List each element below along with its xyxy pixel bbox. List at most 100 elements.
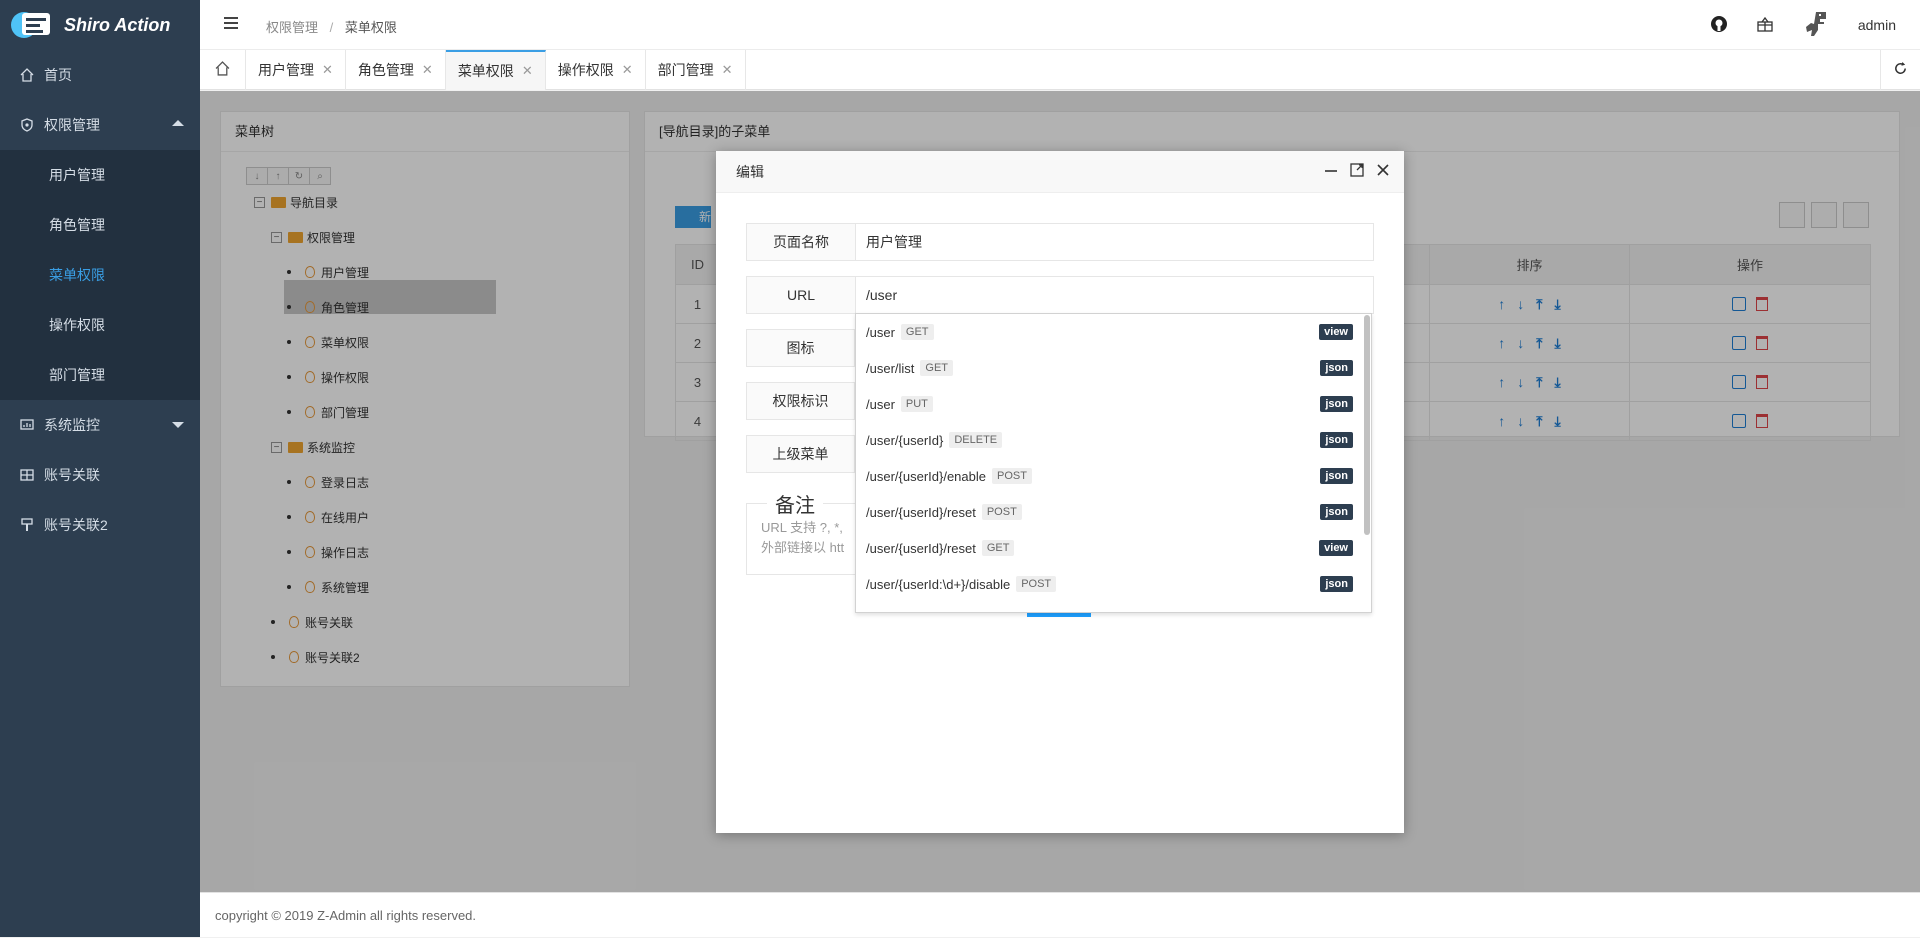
breadcrumb-parent[interactable]: 权限管理 [266,20,318,35]
logo[interactable]: Shiro Action [0,0,200,50]
app-name: Shiro Action [64,14,171,35]
suggestion-method: POST [1016,576,1057,592]
dropdown-scrollbar[interactable] [1364,315,1370,535]
nav-permission[interactable]: 权限管理 [0,100,200,150]
user-name[interactable]: admin [1858,17,1896,33]
tab-dept[interactable]: 部门管理 ✕ [646,50,746,90]
brush-icon [20,518,34,532]
close-icon[interactable]: ✕ [422,62,433,78]
close-icon[interactable]: ✕ [722,62,733,78]
tab-label: 操作权限 [557,62,614,78]
url-input[interactable] [856,277,1373,313]
menu-toggle-icon[interactable] [224,17,238,31]
nav-monitor[interactable]: 系统监控 [0,400,200,450]
suggestion-item[interactable]: /user PUT json [856,386,1371,422]
refresh-icon [1893,61,1908,79]
suggestion-item[interactable]: /user/list GET json [856,350,1371,386]
suggestion-item[interactable]: /user/{userId}/reset POST json [856,494,1371,530]
nav-account-link[interactable]: 账号关联 [0,450,200,500]
nav-permission-label: 权限管理 [44,117,100,133]
suggestion-method: POST [981,504,1022,520]
icon-row: 图标 [746,329,856,367]
home-icon [215,61,230,79]
footer: copyright © 2019 Z-Admin all rights rese… [200,892,1920,937]
tab-home[interactable] [200,50,246,90]
suggestion-path: /user/list [866,360,915,376]
refresh-tab-button[interactable] [1880,50,1920,90]
close-icon[interactable]: ✕ [522,63,533,79]
sidebar-item-op-perm[interactable]: 操作权限 [0,300,200,350]
suggestion-item[interactable]: /user/{userId:\d+}/disable POST json [856,566,1371,602]
close-icon[interactable] [1376,151,1390,193]
breadcrumb-current: 菜单权限 [344,20,397,35]
tab-label: 菜单权限 [457,63,514,79]
tab-roles[interactable]: 角色管理 ✕ [346,50,446,90]
tab-label: 用户管理 [258,62,314,78]
suggestion-kind: json [1320,576,1353,592]
maximize-icon[interactable] [1350,151,1364,193]
url-suggestions-dropdown: /user GET view /user/list GET json /user PUT j… [855,313,1372,613]
icon-label: 图标 [747,330,855,366]
shield-icon [20,118,34,132]
suggestion-kind: view [1319,540,1353,556]
close-icon[interactable]: ✕ [622,62,633,78]
chevron-up-icon [172,120,184,126]
url-row: URL [746,276,1374,314]
gift-icon[interactable] [1756,15,1774,36]
breadcrumb-separator: / [329,20,334,35]
top-header: 权限管理 / 菜单权限 admin [200,0,1920,50]
sidebar-item-roles[interactable]: 角色管理 [0,200,200,250]
nav-account-link2[interactable]: 账号关联2 [0,500,200,550]
github-icon[interactable] [1710,15,1728,36]
home-icon [20,68,34,82]
nav-home[interactable]: 首页 [0,50,200,100]
sidebar-item-menu-perm[interactable]: 菜单权限 [0,250,200,300]
suggestion-path: /user/{userId} [866,432,944,448]
nav-home-label: 首页 [44,67,72,83]
page-name-label: 页面名称 [747,224,856,260]
suggestion-item[interactable]: /user GET view [856,314,1371,350]
modal-controls [1324,151,1390,193]
sidebar: Shiro Action 首页 权限管理 用户管理 角色管理 菜单权限 操作权限… [0,0,200,937]
suggestion-kind: json [1320,504,1353,520]
suggestion-method: DELETE [949,432,1003,448]
tab-menu-perm[interactable]: 菜单权限 ✕ [445,50,546,90]
nav-monitor-label: 系统监控 [44,417,100,433]
minimize-icon[interactable] [1324,151,1338,193]
suggestion-item[interactable]: /user/{userId}/reset GET view [856,530,1371,566]
tab-bar: 用户管理 ✕ 角色管理 ✕ 菜单权限 ✕ 操作权限 ✕ 部门管理 ✕ [200,50,1920,90]
tab-users[interactable]: 用户管理 ✕ [246,50,346,90]
sidebar-item-users[interactable]: 用户管理 [0,150,200,200]
remark-legend: 备注 [775,495,815,517]
permission-submenu: 用户管理 角色管理 菜单权限 操作权限 部门管理 [0,150,200,400]
chevron-down-icon [172,422,184,428]
suggestion-kind: json [1320,396,1353,412]
suggestion-kind: json [1320,468,1353,484]
grid-icon [20,468,34,482]
url-label: URL [747,277,856,313]
footer-copyright: copyright © 2019 Z-Admin all rights rese… [215,908,477,923]
close-icon[interactable]: ✕ [322,62,333,78]
page-name-row: 页面名称 [746,223,1374,261]
page-name-input[interactable] [856,224,1373,260]
suggestion-path: /user/{userId}/enable [866,468,986,484]
perm-row: 权限标识 [746,382,856,420]
tab-op-perm[interactable]: 操作权限 ✕ [546,50,646,90]
avatar[interactable] [1802,10,1830,41]
suggestion-path: /user/{userId:\d+}/disable [866,576,1011,592]
suggestion-method: POST [991,468,1032,484]
parent-label: 上级菜单 [747,436,855,472]
suggestion-item[interactable]: /user/{userId} DELETE json [856,422,1371,458]
suggestion-method: GET [981,540,1015,556]
suggestion-method: GET [900,324,934,340]
suggestion-method: GET [920,360,954,376]
suggestion-path: /user [866,396,895,412]
suggestion-kind: json [1320,360,1353,376]
breadcrumb: 权限管理 / 菜单权限 [266,17,397,36]
parent-row: 上级菜单 [746,435,856,473]
sidebar-item-dept[interactable]: 部门管理 [0,350,200,400]
modal-title: 编辑 [736,164,764,180]
tab-label: 角色管理 [357,62,414,78]
suggestion-item[interactable]: /user/{userId}/enable POST json [856,458,1371,494]
perm-label: 权限标识 [747,383,855,419]
